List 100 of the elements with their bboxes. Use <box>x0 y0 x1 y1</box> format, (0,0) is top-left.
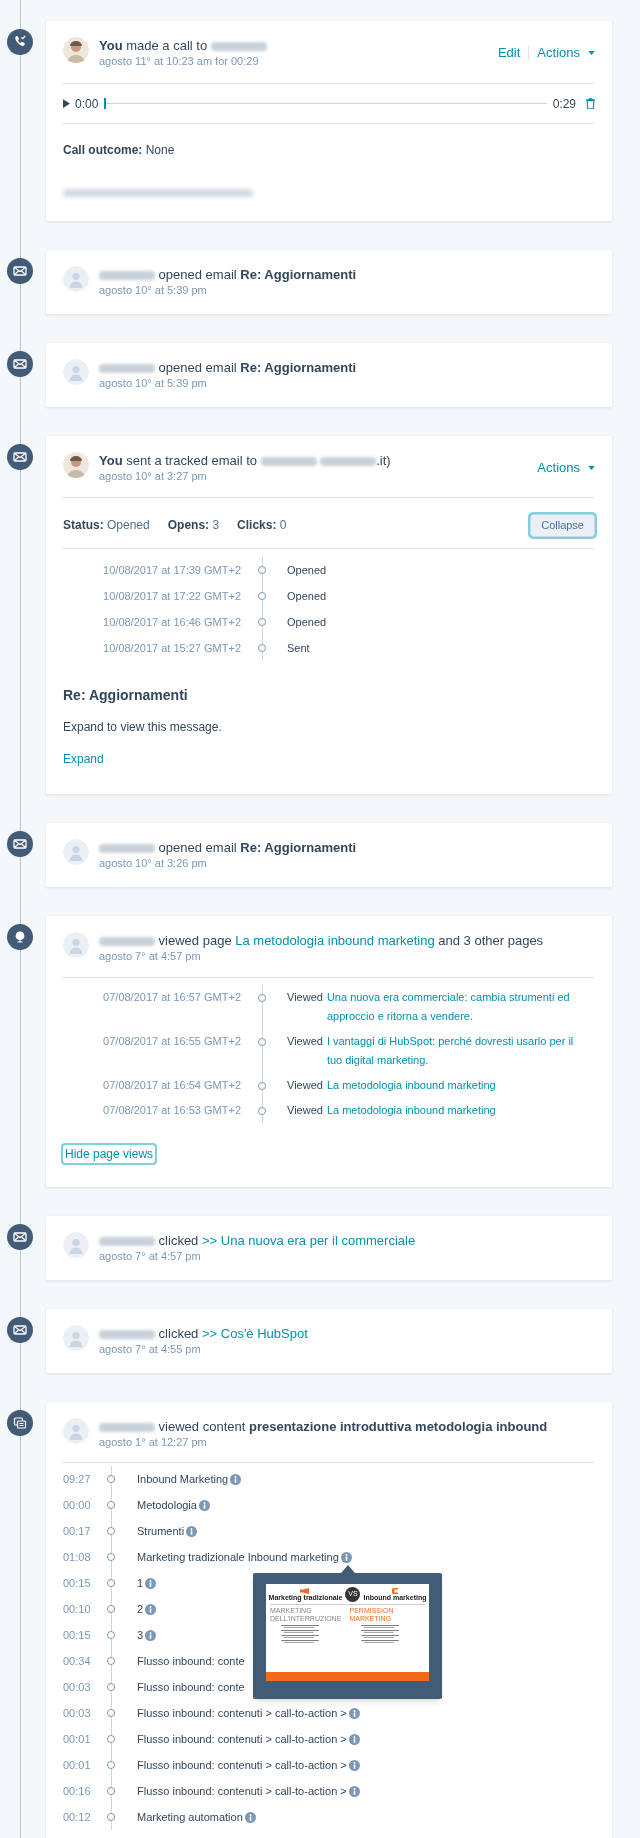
event-date: agosto 10° at 3:27 pm <box>99 469 208 484</box>
slide-time: 00:16 <box>63 1783 92 1799</box>
trash-icon[interactable] <box>586 98 595 109</box>
envelope-icon <box>7 258 33 284</box>
audio-track[interactable] <box>104 98 547 109</box>
slide-time: 00:34 <box>63 1653 92 1669</box>
magnet-icon <box>391 1588 398 1594</box>
slide-time: 00:03 <box>63 1679 92 1695</box>
audio-time: 0:00 <box>75 95 99 113</box>
redacted-name <box>260 457 317 467</box>
envelope-icon <box>7 1317 33 1343</box>
avatar <box>63 932 89 958</box>
event-title: viewed page La metodologia inbound marketing and 3 other pages <box>99 932 544 949</box>
event-date: agosto 10° at 3:26 pm <box>99 856 208 871</box>
avatar <box>63 266 89 292</box>
event-date: agosto 7° at 4:57 pm <box>99 1249 202 1264</box>
redacted-name <box>99 937 155 947</box>
envelope-icon <box>7 831 33 857</box>
call-outcome: Call outcome: None <box>63 142 176 159</box>
avatar <box>63 1418 89 1444</box>
event-date: agosto 7° at 4:55 pm <box>99 1342 202 1357</box>
slide-title: Inbound Marketing <box>137 1471 229 1487</box>
redacted-name <box>99 1237 155 1247</box>
email-stat: Clicks: 0 <box>237 517 287 534</box>
slide-time: 00:01 <box>63 1757 92 1773</box>
slide-title: Flusso inbound: contenuti > call-to-action > <box>137 1757 347 1773</box>
link[interactable]: La metodologia inbound marketing <box>235 933 435 948</box>
email-stat: Status: Opened <box>63 517 150 534</box>
avatar <box>63 839 89 865</box>
log-time: 10/08/2017 at 15:27 GMT+2 <box>102 640 241 656</box>
redacted-name <box>99 271 155 281</box>
link[interactable]: >> Una nuova era per il commerciale <box>201 1233 416 1248</box>
link[interactable]: Una nuova era commerciale: cambia strumenti ed approccio e ritorna a vendere. <box>326 988 575 1026</box>
log-time: 07/08/2017 at 16:57 GMT+2 <box>102 990 241 1005</box>
expand-link[interactable]: Expand <box>63 750 104 768</box>
slide-time: 00:15 <box>63 1627 92 1643</box>
slide-title: Marketing tradizionale Inbound marketing <box>137 1549 339 1565</box>
log-time: 10/08/2017 at 17:22 GMT+2 <box>102 588 241 604</box>
slide-title: Flusso inbound: conte <box>137 1653 245 1669</box>
caret-icon <box>588 50 595 55</box>
globe-icon <box>7 924 33 950</box>
redacted-name <box>99 1330 155 1340</box>
event-title: opened email Re: Aggiornamenti <box>99 266 357 283</box>
envelope-icon <box>7 1224 33 1250</box>
slide-title: Flusso inbound: contenuti > call-to-action > <box>137 1731 347 1747</box>
slide-time: 00:03 <box>63 1705 92 1721</box>
log-time: 07/08/2017 at 16:53 GMT+2 <box>102 1103 241 1118</box>
event-title: You made a call to <box>99 37 267 54</box>
event-title: opened email Re: Aggiornamenti <box>99 839 357 856</box>
event-title: viewed content presentazione introduttiva metodologia inbound <box>99 1418 548 1435</box>
slide-title: 3 <box>137 1627 144 1643</box>
log-time: 07/08/2017 at 16:54 GMT+2 <box>102 1078 241 1093</box>
envelope-icon <box>7 351 33 377</box>
avatar <box>63 1232 89 1258</box>
avatar <box>63 452 89 478</box>
slide-title: 1 <box>137 1575 144 1591</box>
event-title: clicked >> Cos'è HubSpot <box>99 1325 308 1342</box>
audio-thumb[interactable] <box>104 98 107 109</box>
slide-title: Flusso inbound: contenuti > call-to-action > <box>137 1783 347 1799</box>
slide-time: 01:08 <box>63 1549 92 1565</box>
email-subject: Re: Aggiornamenti <box>63 686 189 705</box>
viewed-label: Viewed <box>287 1103 323 1118</box>
link[interactable]: La metodologia inbound marketing <box>326 1101 496 1120</box>
redacted-name <box>99 1423 155 1433</box>
redacted-name <box>99 844 155 854</box>
slide-time: 09:27 <box>63 1471 92 1487</box>
caret-icon <box>588 465 595 470</box>
actions-menu-button[interactable]: Actions <box>537 458 595 478</box>
actions-menu-button[interactable]: Actions <box>537 43 595 63</box>
collapse-button[interactable]: Collapse <box>530 513 595 537</box>
avatar <box>63 1325 89 1351</box>
avatar <box>63 37 89 63</box>
link[interactable]: La metodologia inbound marketing <box>326 1076 496 1095</box>
event-title: opened email Re: Aggiornamenti <box>99 359 357 376</box>
slides-icon <box>7 1410 33 1436</box>
edit-link[interactable]: Edit <box>497 43 521 63</box>
slide-title: Flusso inbound: contenuti > call-to-action > <box>137 1705 347 1721</box>
slide-time: 00:17 <box>63 1523 92 1539</box>
slide-title: Flusso inbound: conte <box>137 1679 245 1695</box>
play-icon[interactable] <box>63 99 70 108</box>
log-time: 07/08/2017 at 16:55 GMT+2 <box>102 1034 241 1049</box>
megaphone-icon <box>299 1588 312 1594</box>
event-date: agosto 10° at 5:39 pm <box>99 283 208 298</box>
log-status: Opened <box>286 562 327 578</box>
hide-page-views-button[interactable]: Hide page views <box>63 1145 156 1163</box>
log-status: Opened <box>286 588 327 604</box>
slide-title: Strumenti <box>137 1523 185 1539</box>
avatar <box>63 359 89 385</box>
log-status: Sent <box>286 640 310 656</box>
viewed-label: Viewed <box>287 1034 323 1049</box>
slide-time: 00:00 <box>63 1497 92 1513</box>
phone-icon <box>7 29 33 55</box>
link[interactable]: I vantaggi di HubSpot: perché dovresti usarlo per il tuo digital marketing. <box>326 1032 575 1070</box>
link[interactable]: >> Cos'è HubSpot <box>201 1326 308 1341</box>
event-date: agosto 1° at 12:27 pm <box>99 1435 208 1450</box>
audio-time: 0:29 <box>552 95 576 113</box>
email-preview: Expand to view this message. <box>63 719 223 736</box>
event-date: agosto 10° at 5:39 pm <box>99 376 208 391</box>
event-title: clicked >> Una nuova era per il commerciale <box>99 1232 416 1249</box>
redacted-name <box>320 457 377 467</box>
